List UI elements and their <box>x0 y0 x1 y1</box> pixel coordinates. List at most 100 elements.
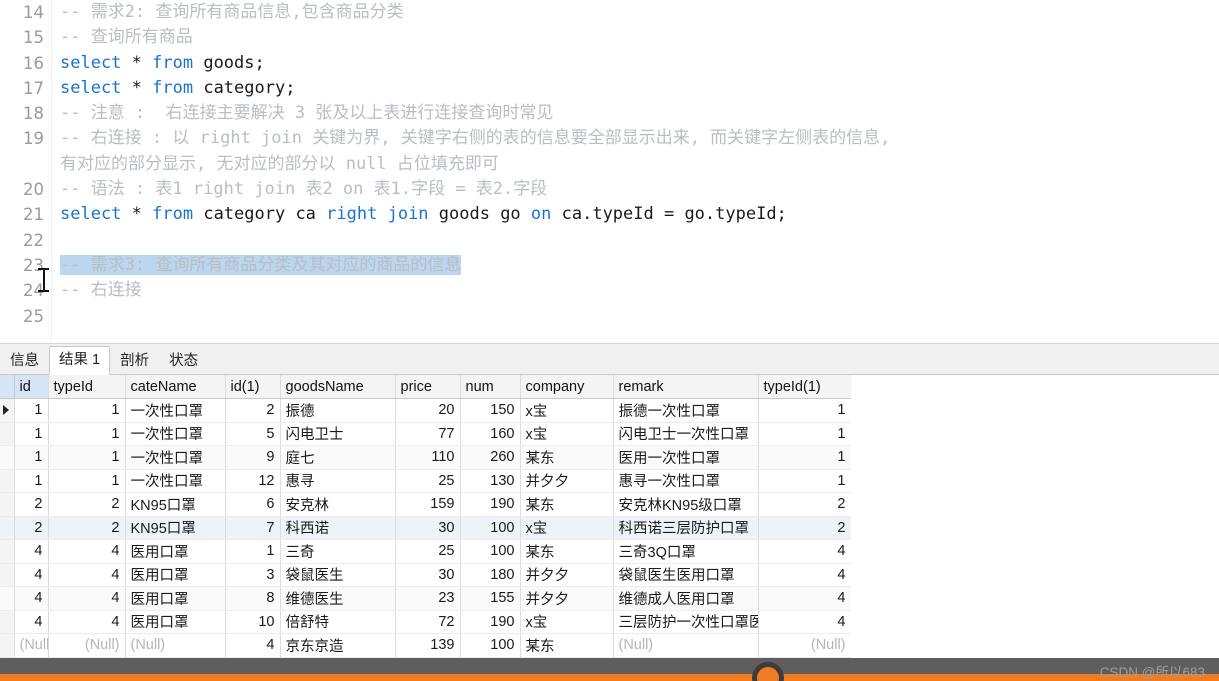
code-line[interactable]: 14 -- 需求2: 查询所有商品信息,包含商品分类 <box>0 0 1219 25</box>
table-cell[interactable]: 2 <box>758 492 852 517</box>
table-cell[interactable]: 1 <box>48 469 126 493</box>
table-cell[interactable]: 30 <box>395 563 461 587</box>
table-cell[interactable]: 1 <box>758 469 852 493</box>
table-row[interactable]: 1 1 一次性口罩 9 庭七 110 260 某东 医用一次性口罩 1 <box>0 445 852 470</box>
table-cell[interactable]: 1 <box>758 445 852 470</box>
table-cell[interactable]: 9 <box>225 445 281 470</box>
table-cell[interactable]: 某东 <box>520 539 614 564</box>
table-cell[interactable]: 某东 <box>520 633 614 658</box>
table-cell[interactable]: 振德 <box>280 398 396 423</box>
table-cell[interactable]: 三奇 <box>280 539 396 564</box>
row-marker[interactable] <box>0 586 15 611</box>
table-cell[interactable]: x宝 <box>520 610 614 634</box>
table-cell[interactable]: 三奇3Q口罩 <box>613 539 759 564</box>
tab-4[interactable]: 状态 <box>159 348 209 374</box>
table-cell[interactable]: 25 <box>395 469 461 493</box>
table-cell[interactable]: 4 <box>225 633 281 658</box>
table-row[interactable]: 1 1 一次性口罩 5 闪电卫士 77 160 x宝 闪电卫士一次性口罩 1 <box>0 422 852 446</box>
table-cell[interactable]: 医用口罩 <box>125 610 226 634</box>
table-row[interactable]: 4 4 医用口罩 1 三奇 25 100 某东 三奇3Q口罩 4 <box>0 539 852 564</box>
table-cell[interactable]: 三层防护一次性口罩医 <box>613 610 759 634</box>
table-cell[interactable]: 1 <box>48 445 126 470</box>
code-text[interactable]: -- 注意 : 右连接主要解决 3 张及以上表进行连接查询时常见 <box>44 101 1219 126</box>
code-text[interactable]: -- 查询所有商品 <box>44 25 1219 50</box>
code-text[interactable]: -- 右连接 <box>44 278 1219 303</box>
code-text[interactable]: -- 语法 : 表1 right join 表2 on 表1.字段 = 表2.字… <box>44 177 1219 202</box>
tab-1[interactable]: 信息 <box>0 348 49 374</box>
table-cell[interactable]: (Null) <box>125 633 226 658</box>
row-marker[interactable] <box>0 469 15 493</box>
table-cell[interactable]: 4 <box>14 610 49 634</box>
column-header[interactable]: num <box>460 375 521 399</box>
table-cell[interactable]: 4 <box>14 563 49 587</box>
table-cell[interactable]: 医用口罩 <box>125 539 226 564</box>
table-cell[interactable]: 2 <box>48 492 126 517</box>
table-cell[interactable]: 并夕夕 <box>520 563 614 587</box>
table-cell[interactable]: 1 <box>758 422 852 446</box>
tab-3[interactable]: 剖析 <box>110 348 160 374</box>
table-cell[interactable]: 4 <box>48 563 126 587</box>
table-cell[interactable]: 1 <box>758 398 852 423</box>
table-cell[interactable]: (Null) <box>758 633 852 658</box>
table-cell[interactable]: 1 <box>14 469 49 493</box>
code-text[interactable]: select * from category ca right join goo… <box>44 202 1219 227</box>
table-cell[interactable]: 110 <box>395 445 461 470</box>
table-cell[interactable]: 4 <box>48 610 126 634</box>
table-cell[interactable]: 12 <box>225 469 281 493</box>
table-cell[interactable]: KN95口罩 <box>125 492 226 517</box>
table-cell[interactable]: 惠寻一次性口罩 <box>613 469 759 493</box>
column-header[interactable]: typeId <box>48 375 126 399</box>
table-cell[interactable]: 倍舒特 <box>280 610 396 634</box>
table-cell[interactable]: 安克林KN95级口罩 <box>613 492 759 517</box>
table-cell[interactable]: 2 <box>758 516 852 540</box>
row-marker[interactable] <box>0 633 15 658</box>
table-cell[interactable]: 袋鼠医生医用口罩 <box>613 563 759 587</box>
table-cell[interactable]: 某东 <box>520 445 614 470</box>
table-cell[interactable]: 159 <box>395 492 461 517</box>
table-cell[interactable]: x宝 <box>520 516 614 540</box>
table-cell[interactable]: 8 <box>225 586 281 611</box>
code-line[interactable]: 17 select * from category; <box>0 76 1219 101</box>
table-cell[interactable]: 1 <box>14 445 49 470</box>
code-text[interactable]: -- 右连接 : 以 right join 关键为界, 关键字右侧的表的信息要全… <box>44 126 1219 151</box>
table-cell[interactable]: 科西诺 <box>280 516 396 540</box>
table-cell[interactable]: 10 <box>225 610 281 634</box>
table-row[interactable]: 2 2 KN95口罩 7 科西诺 30 100 x宝 科西诺三层防护口罩 2 <box>0 516 852 540</box>
table-cell[interactable]: 4 <box>48 539 126 564</box>
table-header-row[interactable]: id typeId cateName id(1) goodsName price num co… <box>0 375 852 399</box>
table-cell[interactable]: 维德成人医用口罩 <box>613 586 759 611</box>
table-cell[interactable]: 139 <box>395 633 461 658</box>
table-cell[interactable]: 2 <box>14 492 49 517</box>
table-cell[interactable]: 惠寻 <box>280 469 396 493</box>
table-cell[interactable]: 京东京造 <box>280 633 396 658</box>
code-line[interactable]: 21 select * from category ca right join g… <box>0 202 1219 227</box>
column-header[interactable]: id(1) <box>225 375 281 399</box>
column-header[interactable]: typeId(1) <box>758 375 852 399</box>
table-cell[interactable]: 1 <box>14 422 49 446</box>
row-marker[interactable] <box>0 610 15 634</box>
table-cell[interactable]: 4 <box>48 586 126 611</box>
tab-2[interactable]: 结果 1 <box>49 346 111 375</box>
code-line[interactable]: 16 select * from goods; <box>0 51 1219 76</box>
table-row[interactable]: (Null)(Null)(Null)4京东京造139100某东(Null)(Nu… <box>0 633 852 658</box>
table-cell[interactable]: 160 <box>460 422 521 446</box>
table-row[interactable]: 2 2 KN95口罩 6 安克林 159 190 某东 安克林KN95级口罩 2 <box>0 492 852 517</box>
table-cell[interactable]: x宝 <box>520 398 614 423</box>
code-text[interactable]: -- 需求2: 查询所有商品信息,包含商品分类 <box>44 0 1219 25</box>
table-cell[interactable]: 4 <box>758 586 852 611</box>
table-row[interactable]: 1 1 一次性口罩 12 惠寻 25 130 并夕夕 惠寻一次性口罩 1 <box>0 469 852 493</box>
table-row[interactable]: 4 4 医用口罩 3 袋鼠医生 30 180 并夕夕 袋鼠医生医用口罩 4 <box>0 563 852 587</box>
code-line[interactable]: 23 -- 需求3: 查询所有商品分类及其对应的商品的信息 <box>0 253 1219 278</box>
row-marker[interactable] <box>0 492 15 517</box>
table-row[interactable]: 4 4 医用口罩 8 维德医生 23 155 并夕夕 维德成人医用口罩 4 <box>0 586 852 611</box>
table-cell[interactable]: 1 <box>225 539 281 564</box>
table-cell[interactable]: 4 <box>758 563 852 587</box>
table-cell[interactable]: 4 <box>758 610 852 634</box>
table-cell[interactable]: 155 <box>460 586 521 611</box>
table-cell[interactable]: 一次性口罩 <box>125 422 226 446</box>
column-header[interactable]: remark <box>613 375 759 399</box>
table-cell[interactable]: KN95口罩 <box>125 516 226 540</box>
table-cell[interactable]: (Null) <box>48 633 126 658</box>
table-cell[interactable]: 一次性口罩 <box>125 469 226 493</box>
table-cell[interactable]: 150 <box>460 398 521 423</box>
